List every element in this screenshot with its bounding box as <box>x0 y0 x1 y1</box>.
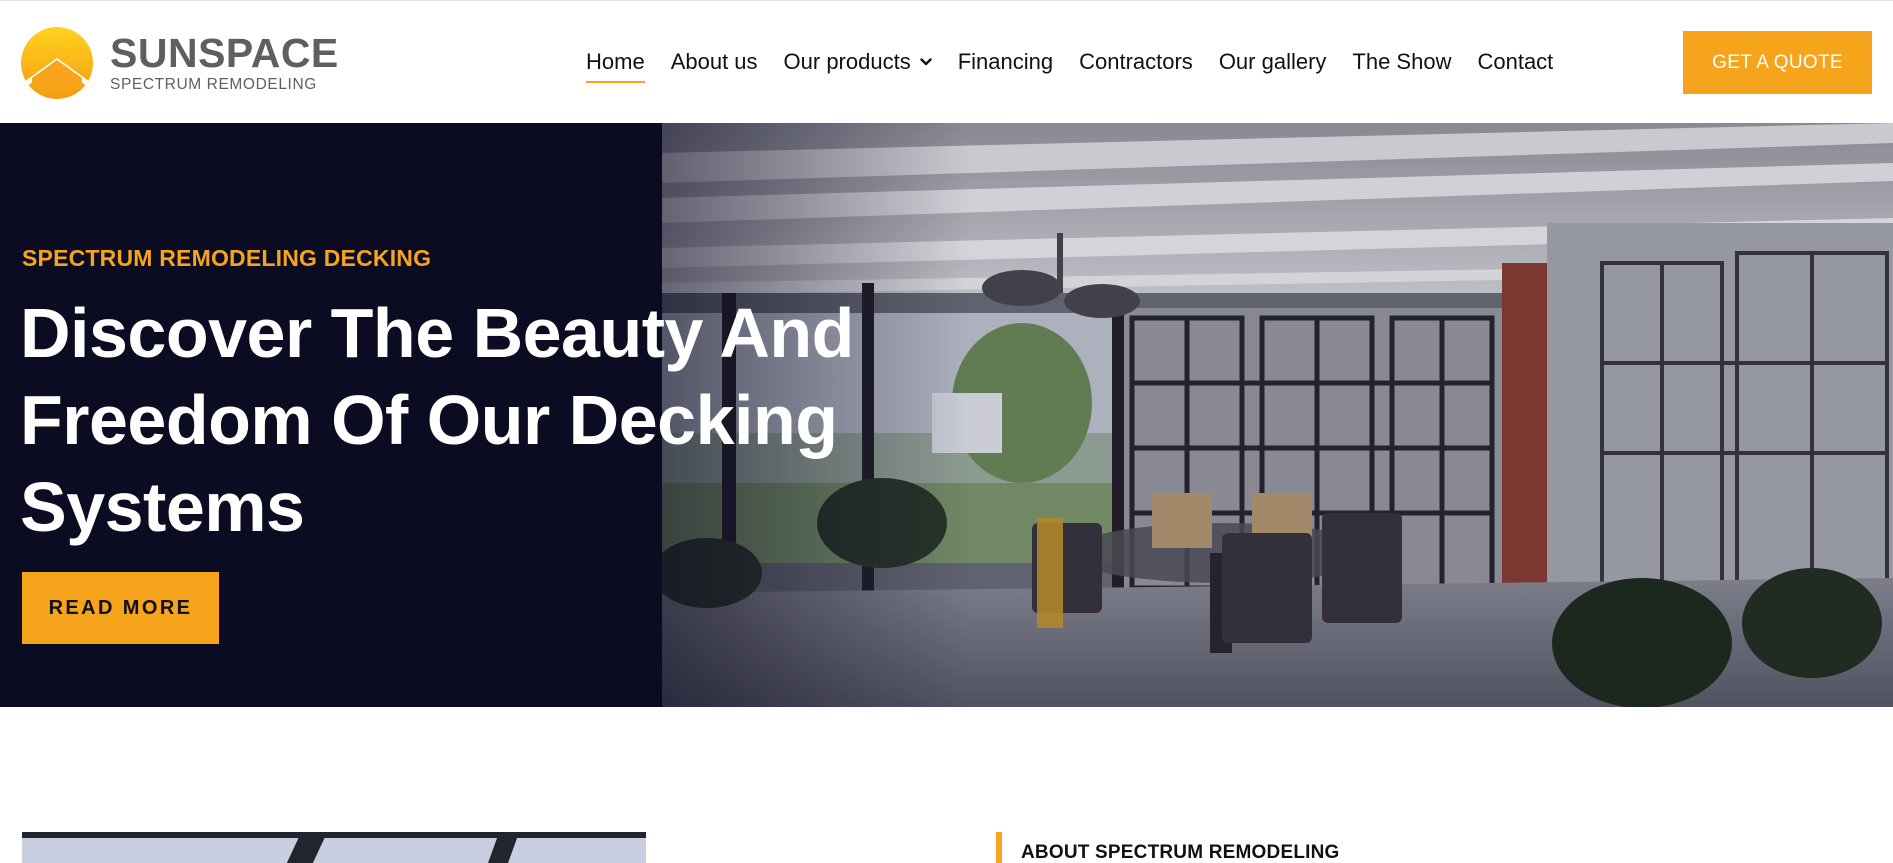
get-a-quote-button[interactable]: GET A QUOTE <box>1683 31 1872 94</box>
hero-title-line: Discover The Beauty And <box>20 294 854 372</box>
about-heading: ABOUT SPECTRUM REMODELING <box>1021 842 1340 863</box>
read-more-button[interactable]: READ MORE <box>22 572 219 644</box>
nav-contact[interactable]: Contact <box>1477 49 1553 75</box>
hero-title-line: Freedom Of Our Decking <box>20 381 838 459</box>
hero-section: SPECTRUM REMODELING DECKING Discover The… <box>0 123 1893 707</box>
site-header: SUNSPACE SPECTRUM REMODELING Home About … <box>0 0 1893 123</box>
hero-eyebrow: SPECTRUM REMODELING DECKING <box>22 245 432 271</box>
nav-home[interactable]: Home <box>586 49 645 83</box>
brand-name: SUNSPACE <box>110 29 339 76</box>
main-nav: Home About us Our products Financing Con… <box>586 49 1579 83</box>
nav-our-products-label: Our products <box>783 49 911 74</box>
site-logo[interactable]: SUNSPACE SPECTRUM REMODELING <box>20 26 339 100</box>
chevron-down-icon <box>920 58 932 66</box>
nav-our-products[interactable]: Our products <box>784 49 932 75</box>
sun-house-logo-icon <box>21 27 93 99</box>
nav-about-us[interactable]: About us <box>671 49 758 75</box>
about-image <box>22 832 646 863</box>
about-section-label: ABOUT SPECTRUM REMODELING <box>996 832 1340 863</box>
hero-title: Discover The Beauty And Freedom Of Our D… <box>20 290 920 551</box>
accent-bar <box>996 832 1002 863</box>
hero-title-line: Systems <box>20 468 305 546</box>
nav-the-show[interactable]: The Show <box>1352 49 1451 75</box>
brand-tagline: SPECTRUM REMODELING <box>110 75 317 93</box>
about-image-beam <box>22 832 646 838</box>
nav-our-gallery[interactable]: Our gallery <box>1219 49 1327 75</box>
nav-financing[interactable]: Financing <box>958 49 1053 75</box>
nav-contractors[interactable]: Contractors <box>1079 49 1193 75</box>
